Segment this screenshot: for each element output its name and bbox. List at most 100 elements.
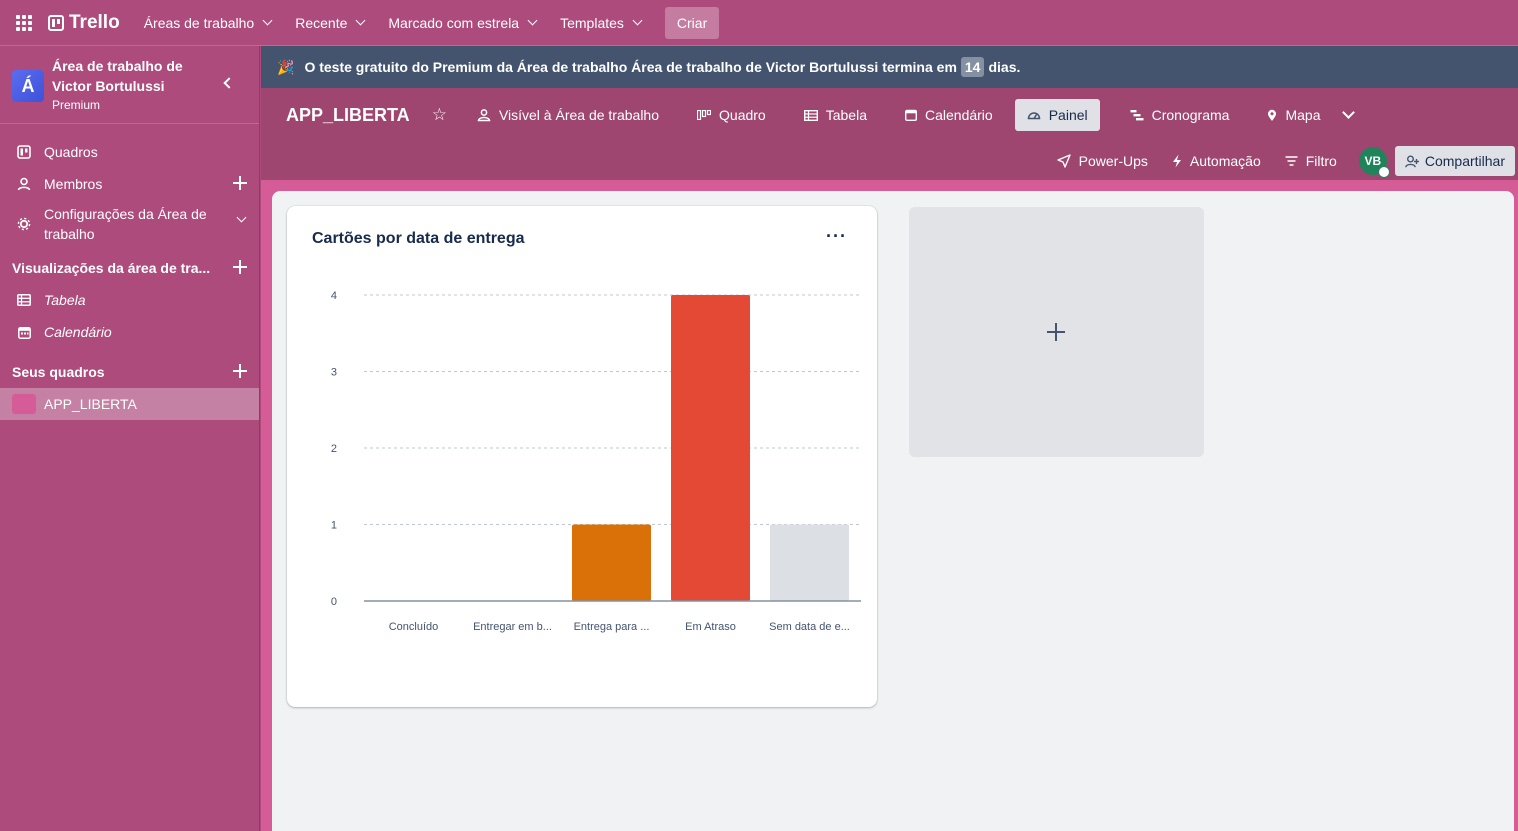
board-header: APP_LIBERTA ☆ Visível à Área de trabalho…: [261, 88, 1518, 180]
share-label: Compartilhar: [1424, 153, 1505, 169]
view-calendar[interactable]: Calendário: [897, 101, 1001, 129]
sidebar-item-settings[interactable]: Configurações da Área de trabalho: [0, 200, 259, 248]
view-timeline-label: Cronograma: [1151, 107, 1230, 123]
sidebar-item-boards[interactable]: Quadros: [0, 136, 259, 168]
automation-button[interactable]: Automação: [1164, 147, 1269, 175]
add-view-icon[interactable]: [233, 260, 247, 274]
trello-logo-icon: [48, 14, 64, 31]
calendar-icon: [904, 109, 917, 121]
bar: [671, 295, 750, 601]
filter-button[interactable]: Filtro: [1277, 147, 1345, 175]
x-tick-label: Sem data de e...: [769, 621, 850, 633]
view-map[interactable]: Mapa: [1259, 101, 1328, 129]
boards-section-title: Seus quadros: [12, 364, 105, 380]
sidebar-view-label: Tabela: [44, 292, 86, 308]
plus-icon: [1047, 323, 1065, 341]
add-chart-tile[interactable]: [909, 207, 1204, 457]
table-icon: [16, 292, 32, 308]
apps-grid-icon[interactable]: [16, 14, 32, 31]
visibility-label: Visível à Área de trabalho: [498, 107, 660, 123]
member-avatar[interactable]: VB: [1358, 147, 1390, 178]
nav-starred[interactable]: Marcado com estrela: [388, 14, 538, 31]
chevron-down-icon[interactable]: [236, 212, 247, 223]
sidebar-view-calendar[interactable]: Calendário: [0, 316, 259, 348]
add-board-icon[interactable]: [233, 364, 247, 378]
days-remaining-badge: 14: [960, 57, 985, 77]
views-section-title: Visualizações da área de tra...: [12, 260, 211, 276]
view-board-label: Quadro: [719, 107, 766, 123]
filter-icon: [1285, 156, 1298, 166]
map-pin-icon: [1267, 109, 1277, 122]
board-icon: [16, 144, 32, 160]
workspace-header: Á Área de trabalho de Victor Bortulussi …: [0, 46, 259, 124]
x-tick-label: Concluído: [389, 621, 439, 633]
member-initials: VB: [1364, 154, 1382, 168]
logo-text: Trello: [69, 11, 120, 33]
workspace-avatar[interactable]: Á: [12, 70, 44, 102]
banner-text: O teste gratuito do Premium da Área de t…: [304, 59, 957, 75]
people-icon: [477, 108, 491, 122]
sidebar-item-members[interactable]: Membros: [0, 168, 259, 200]
board-view-icon: [697, 110, 712, 120]
more-views-chevron-icon[interactable]: [1342, 106, 1356, 119]
view-table-label: Tabela: [825, 107, 867, 123]
gear-icon: [16, 216, 32, 232]
collapse-sidebar-icon[interactable]: [223, 77, 235, 89]
nav-workspaces[interactable]: Áreas de trabalho: [144, 15, 273, 31]
nav-templates[interactable]: Templates: [560, 14, 643, 31]
filter-label: Filtro: [1305, 153, 1337, 169]
sidebar-item-label: Membros: [44, 176, 103, 192]
nav-starred-label: Marcado com estrela: [388, 14, 520, 31]
nav-recent-label: Recente: [295, 14, 348, 31]
trello-logo[interactable]: Trello: [48, 12, 120, 34]
chart-card: Cartões por data de entrega ··· 0 1 2 3 4 Con…: [287, 206, 877, 707]
chevron-down-icon: [355, 15, 366, 26]
power-ups-button[interactable]: Power-Ups: [1049, 147, 1156, 175]
lightning-icon: [1172, 154, 1182, 168]
chart: 0 1 2 3 4 Concluído Entregar em b... Entrega pa…: [331, 290, 861, 633]
board-color-swatch: [12, 394, 36, 414]
calendar-icon: [16, 324, 32, 340]
sidebar-view-label: Calendário: [44, 324, 112, 340]
x-tick-label: Em Atraso: [685, 621, 736, 633]
board-title[interactable]: APP_LIBERTA: [286, 105, 410, 126]
rocket-icon: [1056, 154, 1071, 168]
view-dashboard-label: Painel: [1048, 107, 1088, 123]
party-popper-icon: 🎉: [277, 58, 295, 75]
nav-recent[interactable]: Recente: [295, 14, 366, 31]
share-button[interactable]: Compartilhar: [1394, 146, 1515, 176]
y-tick-label: 1: [331, 520, 337, 532]
star-icon[interactable]: ☆: [432, 105, 447, 125]
sidebar-view-table[interactable]: Tabela: [0, 284, 259, 316]
add-person-icon: [1404, 155, 1419, 168]
timeline-icon: [1130, 109, 1144, 121]
sidebar-board-app-liberta[interactable]: APP_LIBERTA: [0, 388, 259, 420]
banner-text-end: dias.: [988, 59, 1021, 75]
trial-banner: 🎉 O teste gratuito do Premium da Área de…: [261, 46, 1518, 88]
automation-label: Automação: [1189, 153, 1261, 169]
view-dashboard[interactable]: Painel: [1014, 99, 1100, 131]
y-tick-label: 4: [331, 290, 337, 302]
view-timeline[interactable]: Cronograma: [1122, 101, 1238, 129]
chevron-down-icon: [632, 15, 643, 26]
workspace-name[interactable]: Área de trabalho de Victor Bortulussi: [52, 56, 202, 96]
boards-section-header: Seus quadros: [0, 356, 259, 388]
sidebar-item-label: Quadros: [44, 144, 98, 160]
admin-badge-icon: [1377, 166, 1390, 178]
view-table[interactable]: Tabela: [796, 101, 875, 129]
chevron-down-icon: [262, 15, 273, 26]
visibility-button[interactable]: Visível à Área de trabalho: [469, 101, 667, 129]
view-board[interactable]: Quadro: [689, 101, 774, 129]
sidebar-item-label: Configurações da Área de trabalho: [44, 206, 207, 242]
workspace-plan: Premium: [52, 98, 101, 112]
sidebar: Á Área de trabalho de Victor Bortulussi …: [0, 46, 260, 831]
y-tick-label: 0: [331, 596, 337, 608]
nav-templates-label: Templates: [560, 14, 624, 31]
x-tick-label: Entrega para ...: [574, 621, 650, 633]
add-member-icon[interactable]: [233, 176, 247, 190]
top-nav: Trello Áreas de trabalho Recente Marcado…: [0, 0, 1518, 46]
x-tick-label: Entregar em b...: [473, 621, 552, 633]
create-button[interactable]: Criar: [664, 6, 720, 39]
view-map-label: Mapa: [1285, 107, 1321, 123]
y-tick-label: 3: [331, 367, 337, 379]
